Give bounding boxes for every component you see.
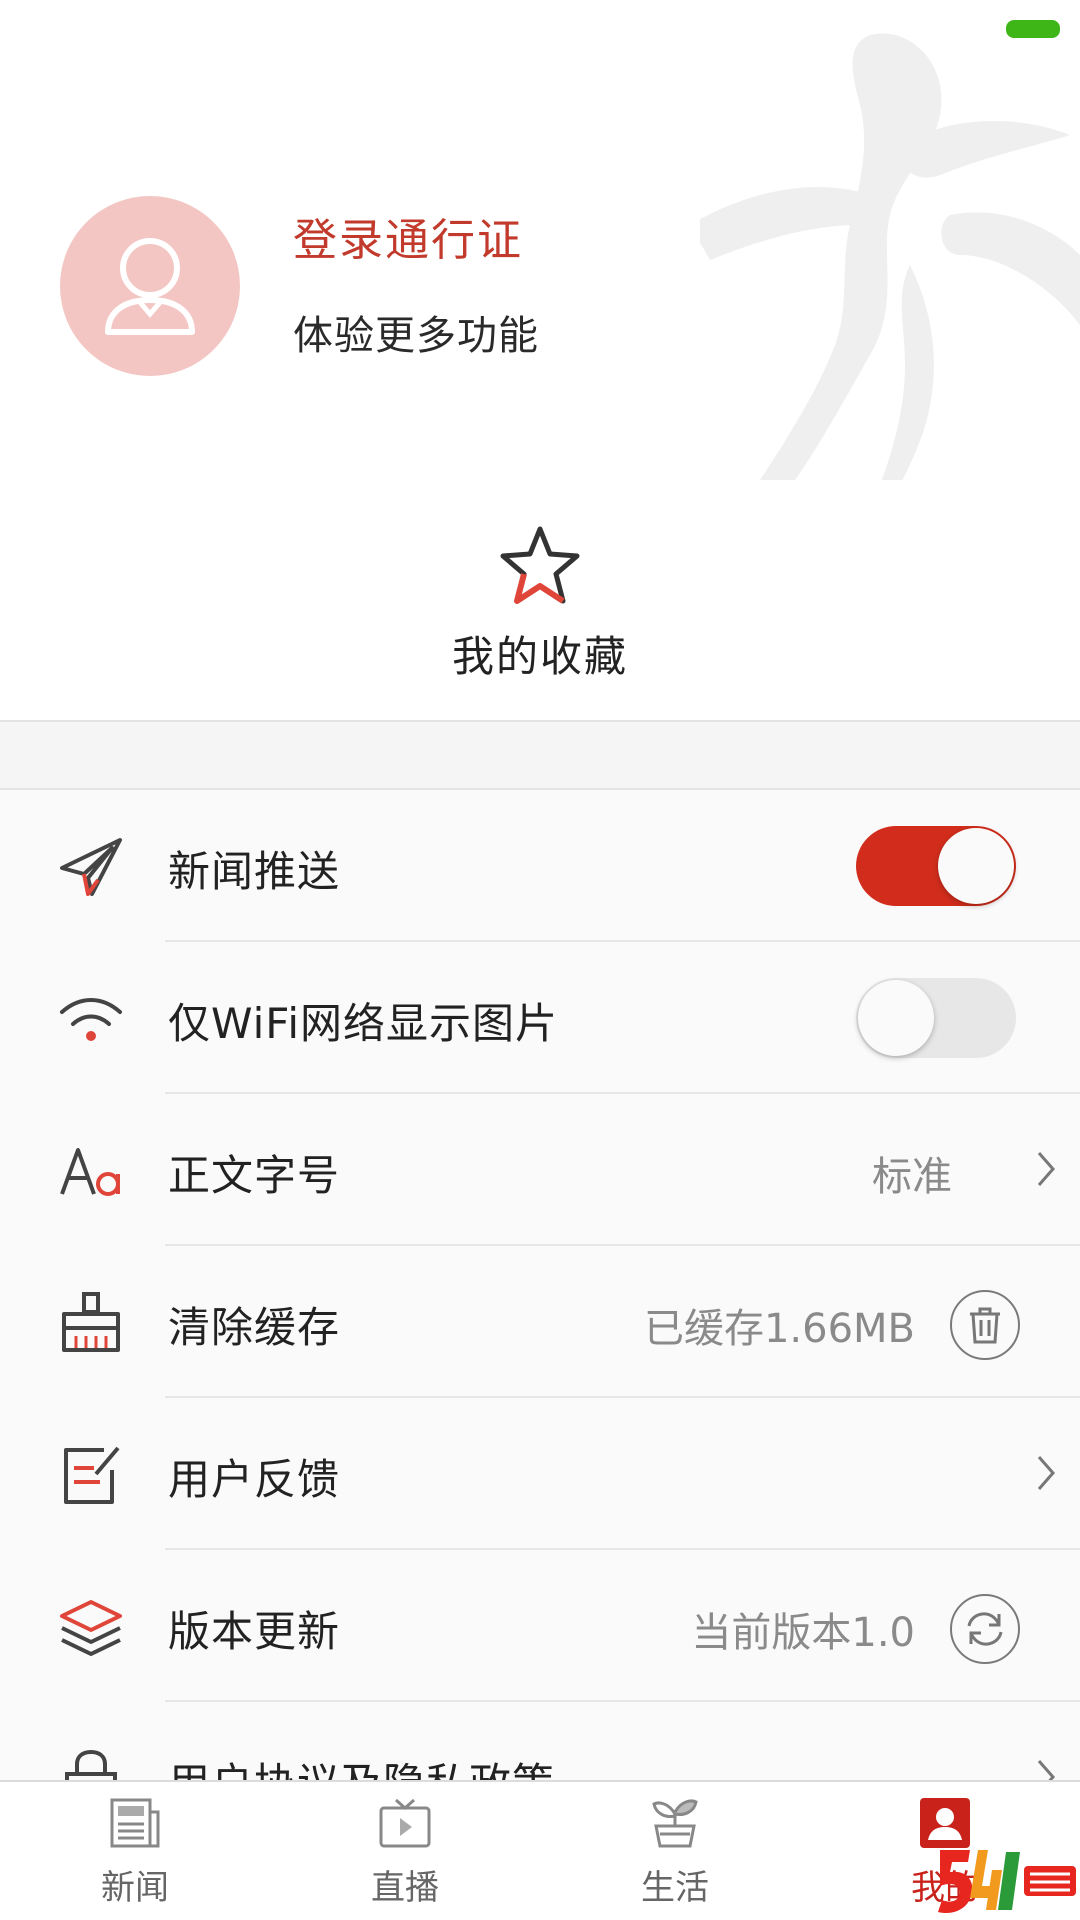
settings-list: 新闻推送 仅WiFi网络显示图片 正文字号 标准 清除缓存 已缓存1.66MB …	[0, 790, 1080, 1780]
setting-label: 新闻推送	[168, 847, 341, 896]
tv-play-icon	[379, 1798, 431, 1848]
wifi-images-toggle[interactable]	[856, 978, 1016, 1058]
bottom-tab-bar: 新闻 直播 生活 我的	[0, 1780, 1080, 1920]
refresh-icon	[967, 1612, 1003, 1646]
setting-label: 版本更新	[168, 1607, 341, 1656]
setting-label: 用户反馈	[168, 1455, 341, 1504]
paper-plane-icon	[58, 834, 124, 900]
sprout-icon	[652, 1799, 698, 1848]
lock-icon	[58, 1746, 124, 1780]
favorites-label: 我的收藏	[451, 632, 628, 681]
setting-label: 用户协议及隐私政策	[168, 1750, 555, 1780]
news-push-toggle[interactable]	[856, 826, 1016, 906]
tab-label: 新闻	[101, 1868, 169, 1908]
version-value: 当前版本1.0	[691, 1610, 915, 1656]
setting-label: 正文字号	[168, 1151, 341, 1200]
brand-watermark-logo	[700, 33, 1080, 480]
login-subtitle: 体验更多功能	[293, 313, 539, 359]
newspaper-icon	[110, 1798, 160, 1848]
trash-icon	[970, 1307, 1000, 1344]
site-watermark-logo	[938, 1850, 1076, 1914]
avatar[interactable]	[60, 196, 240, 376]
cache-size-value: 已缓存1.66MB	[643, 1306, 915, 1352]
tab-label: 直播	[371, 1868, 439, 1908]
chevron-right-icon	[1037, 1760, 1055, 1780]
login-title[interactable]: 登录通行证	[293, 204, 523, 268]
tab-life[interactable]: 生活	[600, 1796, 750, 1909]
toggle-knob	[858, 980, 934, 1056]
setting-feedback[interactable]: 用户反馈	[0, 1398, 1080, 1550]
clear-cache-button[interactable]	[950, 1290, 1020, 1360]
feedback-icon	[58, 1442, 124, 1508]
setting-label: 仅WiFi网络显示图片	[168, 999, 559, 1048]
star-icon	[500, 526, 580, 604]
favorites-button[interactable]: 我的收藏	[390, 525, 690, 685]
wifi-icon	[58, 986, 124, 1052]
setting-wifi-images: 仅WiFi网络显示图片	[0, 942, 1080, 1094]
section-divider	[0, 720, 1080, 790]
setting-font-size[interactable]: 正文字号 标准	[0, 1094, 1080, 1246]
setting-version-update: 版本更新 当前版本1.0	[0, 1550, 1080, 1702]
layers-icon	[58, 1594, 124, 1660]
chevron-right-icon	[1037, 1152, 1055, 1186]
broom-icon	[58, 1290, 124, 1356]
setting-label: 清除缓存	[168, 1303, 341, 1352]
tab-news[interactable]: 新闻	[60, 1796, 210, 1909]
setting-news-push: 新闻推送	[0, 790, 1080, 942]
tab-label: 生活	[641, 1868, 709, 1908]
font-size-value: 标准	[872, 1154, 952, 1200]
check-update-button[interactable]	[950, 1594, 1020, 1664]
font-size-icon	[58, 1138, 124, 1204]
profile-header: 登录通行证 体验更多功能	[0, 0, 1080, 480]
setting-clear-cache: 清除缓存 已缓存1.66MB	[0, 1246, 1080, 1398]
user-outline-icon	[105, 238, 195, 335]
chevron-right-icon	[1037, 1456, 1055, 1490]
setting-privacy-policy[interactable]: 用户协议及隐私政策	[0, 1702, 1080, 1780]
toggle-knob	[938, 828, 1014, 904]
tab-live[interactable]: 直播	[330, 1796, 480, 1909]
